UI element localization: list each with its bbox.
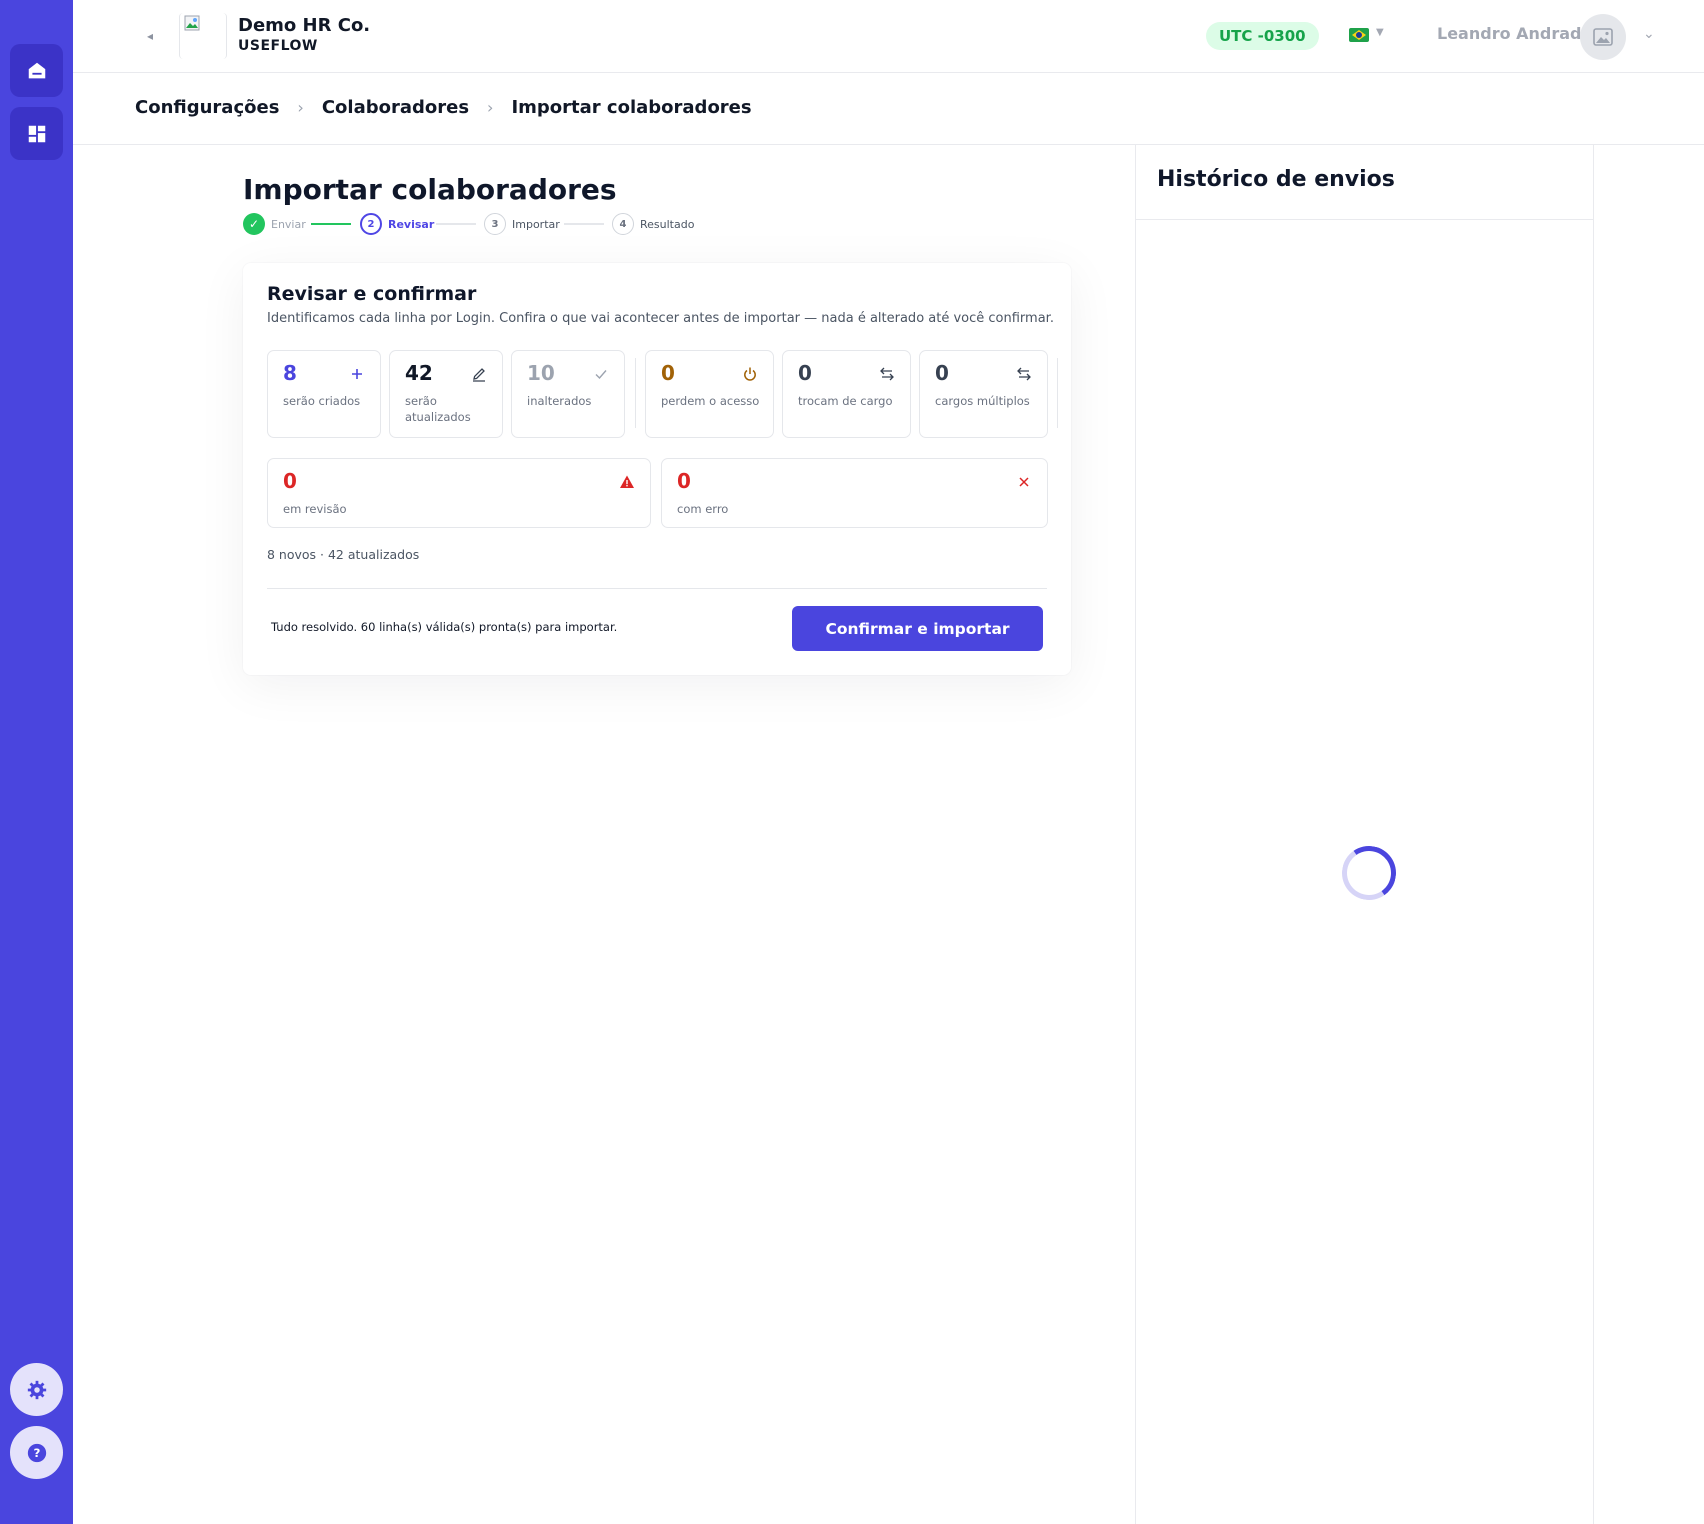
review-subtitle: Identificamos cada linha por Login. Conf… <box>267 311 1054 326</box>
stat-multiple-roles[interactable]: 0 cargos múltiplos <box>919 350 1048 438</box>
company-name: Demo HR Co. <box>238 15 371 36</box>
stat-in-review[interactable]: 0 em revisão <box>267 458 651 528</box>
breadcrumb-item-employees[interactable]: Colaboradores <box>322 97 469 118</box>
step-connector <box>436 223 476 225</box>
stat-created[interactable]: 8 serão criados <box>267 350 381 438</box>
company-subtitle: USEFLOW <box>238 38 318 54</box>
brazil-flag-icon[interactable] <box>1349 28 1369 42</box>
step-review: 2 Revisar <box>360 213 434 235</box>
step-result: 4 Resultado <box>612 213 694 235</box>
stat-value: 0 <box>798 361 812 385</box>
help-icon: ? <box>27 1443 46 1462</box>
confirm-import-button[interactable]: Confirmar e importar <box>792 606 1043 651</box>
step-connector <box>311 223 351 225</box>
check-icon <box>595 370 607 380</box>
import-summary: 8 novos · 42 atualizados <box>267 547 420 562</box>
stat-change-role[interactable]: 0 trocam de cargo <box>782 350 911 438</box>
sidebar-settings-button[interactable] <box>10 1363 63 1416</box>
stat-label: serão atualizados <box>405 394 471 424</box>
plus-icon <box>352 369 362 379</box>
sidebar-home-button[interactable] <box>10 44 63 97</box>
history-header: Histórico de envios <box>1136 145 1593 220</box>
stat-label: em revisão <box>283 502 347 516</box>
step-connector <box>564 223 604 225</box>
stat-label: serão criados <box>283 394 361 408</box>
breadcrumb: Configurações › Colaboradores › Importar… <box>135 97 752 118</box>
pencil-icon <box>473 368 485 382</box>
app-root: ? ◂ Demo HR Co. USEFLOW UTC -0300 ▼ Lean… <box>0 0 1704 1524</box>
stat-label: trocam de cargo <box>798 394 893 408</box>
step-check-icon: ✓ <box>243 213 265 235</box>
history-title: Histórico de envios <box>1157 167 1395 192</box>
broken-image-icon <box>184 15 200 31</box>
review-card: Revisar e confirmar Identificamos cada l… <box>243 263 1071 675</box>
step-number: 2 <box>360 213 382 235</box>
step-label: Importar <box>512 217 560 231</box>
gear-icon <box>27 1380 46 1399</box>
stat-updated[interactable]: 42 serão atualizados <box>389 350 503 438</box>
review-title: Revisar e confirmar <box>267 283 477 305</box>
sidebar: ? <box>0 0 73 1524</box>
breadcrumb-chevron-icon: › <box>487 98 494 117</box>
top-header: ◂ Demo HR Co. USEFLOW UTC -0300 ▼ Leandr… <box>73 0 1704 73</box>
collapse-chevron-icon[interactable]: ◂ <box>140 26 160 46</box>
stat-label: perdem o acesso <box>661 394 760 408</box>
stat-value: 42 <box>405 361 433 385</box>
stat-value: 0 <box>935 361 949 385</box>
stat-lose-access[interactable]: 0 perdem o acesso <box>645 350 774 438</box>
dashboard-icon <box>28 125 45 142</box>
language-caret-icon[interactable]: ▼ <box>1376 27 1384 38</box>
loading-spinner-icon <box>1337 841 1401 905</box>
sidebar-help-button[interactable]: ? <box>10 1426 63 1479</box>
step-send: ✓ Enviar <box>243 213 306 235</box>
image-placeholder-icon <box>1593 28 1613 46</box>
stat-value: 0 <box>677 469 691 493</box>
stat-divider <box>1057 358 1058 428</box>
breadcrumb-item-import: Importar colaboradores <box>511 97 752 118</box>
home-icon <box>28 62 45 78</box>
history-panel: Histórico de envios <box>1135 145 1594 1524</box>
step-label: Enviar <box>271 217 306 231</box>
step-label: Resultado <box>640 217 695 231</box>
step-number: 3 <box>484 213 506 235</box>
step-number: 4 <box>612 213 634 235</box>
company-logo <box>179 13 227 59</box>
step-label: Revisar <box>388 217 435 231</box>
stat-label: cargos múltiplos <box>935 394 1030 408</box>
page-title: Importar colaboradores <box>243 173 617 206</box>
stat-unchanged[interactable]: 10 inalterados <box>511 350 625 438</box>
import-stepper: ✓ Enviar 2 Revisar 3 Importar 4 Resultad… <box>243 213 763 235</box>
company-info: Demo HR Co. USEFLOW <box>238 15 370 55</box>
timezone-badge: UTC -0300 <box>1206 22 1319 50</box>
stat-value: 8 <box>283 361 297 385</box>
stat-value: 0 <box>661 361 675 385</box>
svg-text:?: ? <box>33 1446 40 1460</box>
breadcrumb-chevron-icon: › <box>297 98 304 117</box>
stat-with-error[interactable]: 0 com erro <box>661 458 1048 528</box>
avatar[interactable] <box>1580 14 1626 60</box>
swap-icon <box>880 367 894 381</box>
card-divider <box>267 588 1047 589</box>
swap-icon <box>1017 367 1031 381</box>
warning-icon <box>620 475 634 488</box>
close-icon <box>1019 477 1029 487</box>
stat-value: 10 <box>527 361 555 385</box>
stat-value: 0 <box>283 469 297 493</box>
status-message: Tudo resolvido. 60 linha(s) válida(s) pr… <box>271 620 618 634</box>
stat-label: com erro <box>677 502 729 516</box>
stat-label: inalterados <box>527 394 592 408</box>
stat-divider <box>635 358 636 428</box>
breadcrumb-item-settings[interactable]: Configurações <box>135 97 279 118</box>
step-import: 3 Importar <box>484 213 560 235</box>
breadcrumb-bar: Configurações › Colaboradores › Importar… <box>73 73 1704 145</box>
power-icon <box>744 367 756 381</box>
user-menu-chevron-icon[interactable]: ⌄ <box>1643 26 1655 42</box>
user-name[interactable]: Leandro Andrade <box>1437 24 1592 43</box>
sidebar-dashboard-button[interactable] <box>10 107 63 160</box>
